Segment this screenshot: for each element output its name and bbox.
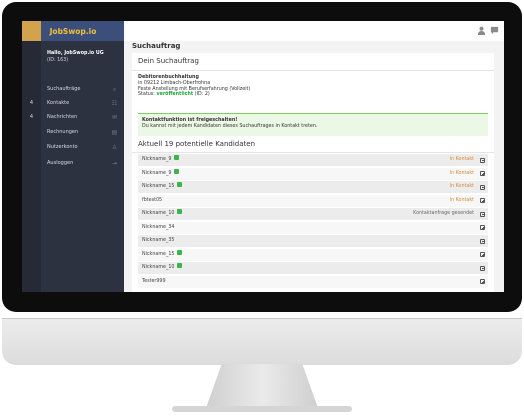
candidate-contact-status: In Kontakt [449,157,474,162]
candidate-nickname[interactable]: Nickname_35 [142,235,174,247]
candidate-nickname[interactable]: Nickname_9 [142,168,180,180]
sidebar-item-label: Nutzerkonto [47,144,78,150]
candidate-nickname[interactable]: Nickname_10 [142,208,183,220]
sidebar-item-suchauftraege[interactable]: Suchaufträge ⌕ [41,83,124,96]
sidebar-item-label: Ausloggen [47,160,74,166]
candidate-nickname[interactable]: Nickname_34 [142,222,174,234]
candidate-contact-status: Kontaktanfrage gesendet [413,211,474,216]
verified-check-icon [174,155,180,160]
alert-message: Du kannst mit jedem Kandidaten dieses Su… [142,124,318,129]
expand-plus-icon[interactable] [480,211,485,217]
candidate-row[interactable]: fbtest05 In Kontakt [138,194,488,208]
verified-check-icon [174,168,180,174]
screen: JobSwop.io Hallo, JobSwop.io UG (ID: 163… [22,21,504,292]
sidebar-item-label: Suchaufträge [47,86,81,92]
candidate-nickname[interactable]: fbtest05 [142,195,162,207]
candidate-row[interactable]: Nickname_9 In Kontakt [138,154,488,167]
mail-icon: ✉ [111,114,118,121]
candidate-contact-status: In Kontakt [449,197,474,203]
status-label: Status: [138,92,155,98]
sidebar-item-nachrichten[interactable]: Nachrichten ✉ [41,111,124,124]
page-title: Suchauftrag [132,42,181,50]
user-greeting: Hallo, JobSwop.io UG [47,51,104,56]
candidate-row[interactable]: Nickname_34 [138,221,488,235]
expand-plus-icon[interactable] [480,279,485,284]
candidate-row[interactable]: Nickname_15 In Kontakt [138,181,488,194]
candidate-contact-status: In Kontakt [449,170,474,176]
candidate-nickname[interactable]: Tester999 [142,276,166,288]
brand-swatch [22,21,41,41]
nachrichten-badge: 4 [29,114,34,120]
status-value: veröffentlicht [156,92,194,98]
search-icon: ⌕ [112,86,117,93]
job-status: Status: veröffentlicht (ID: 2) [138,92,488,98]
verified-check-icon [177,182,183,187]
divider [132,152,494,153]
sidebar-item-label: Rechnungen [47,129,79,135]
candidate-row[interactable]: Nickname_10 Kontaktanfrage gesendet [138,208,488,221]
expand-plus-icon[interactable] [480,184,485,190]
candidate-nickname-text: Tester999 [142,278,166,284]
monitor-chin [2,318,522,365]
candidate-nickname-text: Nickname_34 [142,224,175,230]
verified-check-icon [177,209,183,214]
person-icon[interactable] [477,26,486,35]
candidate-nickname[interactable]: Nickname_15 [142,249,183,261]
expand-plus-icon[interactable] [480,171,485,176]
user-info: Hallo, JobSwop.io UG (ID: 163) [41,45,124,69]
search-order-heading: Dein Suchauftrag [138,57,199,65]
user-icon: ♙ [111,144,118,151]
sidebar-item-label: Nachrichten [47,114,78,120]
top-bar [124,21,504,41]
contact-unlocked-alert: Kontaktfunktion ist freigeschalten! Du k… [138,113,488,136]
candidate-nickname[interactable]: Nickname_10 [142,262,183,274]
candidate-row[interactable]: Tester999 [138,275,488,289]
contacts-icon: ☷ [111,100,118,107]
sidebar-item-ausloggen[interactable]: Ausloggen ⇥ [41,157,124,170]
candidate-contact-status: In Kontakt [449,184,474,189]
candidate-nickname-text: Nickname_9 [142,170,172,176]
kontakte-badge: 4 [29,100,34,106]
sidebar-item-rechnungen[interactable]: Rechnungen ▤ [41,126,124,139]
sidebar-item-kontakte[interactable]: Kontakte ☷ [41,97,124,110]
candidate-nickname-text: Nickname_15 [142,184,175,189]
expand-plus-icon[interactable] [480,198,485,203]
sidebar-item-label: Kontakte [47,100,70,106]
candidate-nickname-text: Nickname_15 [142,251,175,257]
sidebar: JobSwop.io Hallo, JobSwop.io UG (ID: 163… [22,21,124,292]
status-id: (ID: 2) [194,92,210,98]
logout-icon: ⇥ [111,160,118,167]
expand-plus-icon[interactable] [480,265,485,271]
sidebar-badge-strip [22,21,41,292]
candidate-row[interactable]: Nickname_35 [138,235,488,248]
expand-plus-icon[interactable] [480,157,485,163]
candidate-row[interactable]: Nickname_10 [138,262,488,275]
candidate-row[interactable]: Nickname_15 [138,248,488,262]
candidate-nickname-text: Nickname_35 [142,238,175,243]
divider [132,70,494,71]
monitor-stand [206,364,318,408]
candidate-nickname-text: Nickname_10 [142,265,175,270]
search-order-details: Debitorenbuchhaltung in 09212 Limbach-Ob… [138,75,488,110]
candidate-row[interactable]: Nickname_9 In Kontakt [138,167,488,181]
verified-check-icon [177,249,183,255]
main-content: Dein Suchauftrag Debitorenbuchhaltung in… [132,53,494,292]
expand-plus-icon[interactable] [480,252,485,257]
candidates-heading: Aktuell 19 potentielle Kandidaten [138,140,256,148]
expand-plus-icon[interactable] [480,238,485,244]
verified-check-icon [177,263,183,268]
candidate-nickname-text: Nickname_10 [142,211,175,216]
chat-icon[interactable] [490,26,499,35]
expand-plus-icon[interactable] [480,225,485,230]
monitor-base [172,406,352,412]
sidebar-item-nutzerkonto[interactable]: Nutzerkonto ♙ [41,141,124,154]
user-id: (ID: 163) [47,58,69,63]
candidate-nickname[interactable]: Nickname_15 [142,181,183,193]
invoice-icon: ▤ [111,129,118,136]
candidate-nickname-text: fbtest05 [142,197,163,203]
candidate-nickname-text: Nickname_9 [142,157,172,162]
candidate-nickname[interactable]: Nickname_9 [142,154,180,166]
